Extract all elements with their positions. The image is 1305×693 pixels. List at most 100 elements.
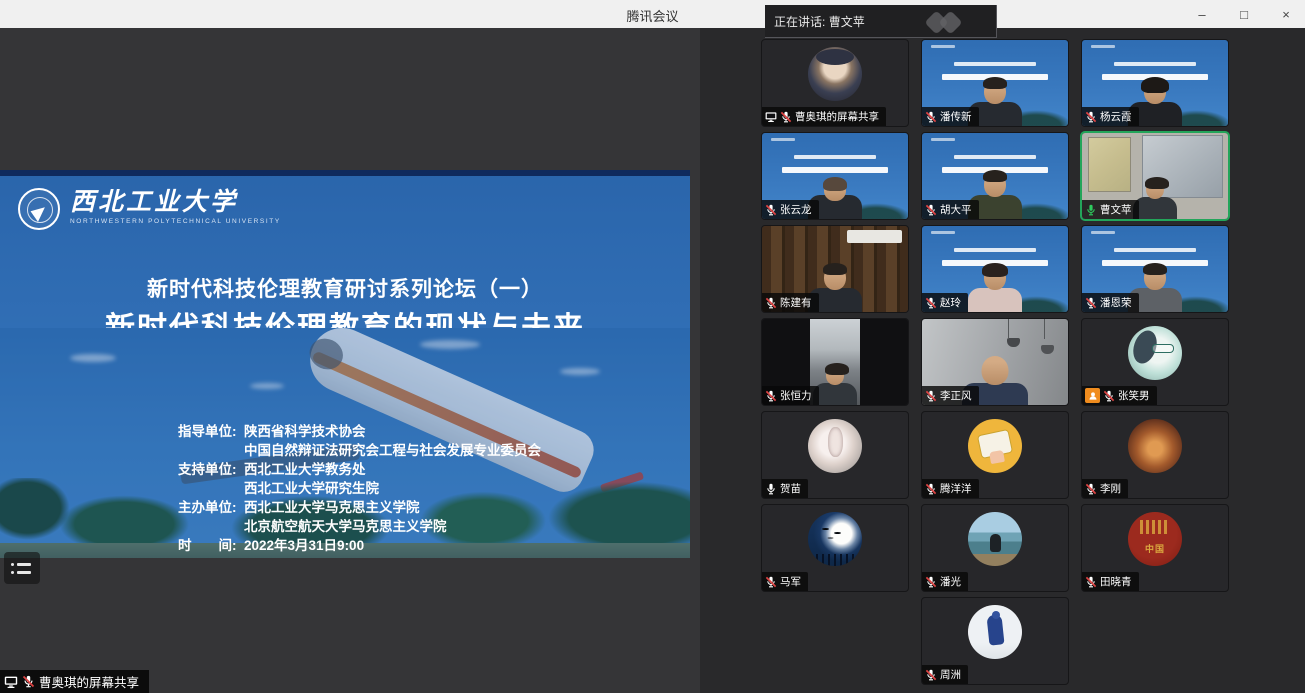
participant-nameplate: 贺苗	[762, 479, 808, 498]
participant-name: 李正风	[940, 388, 972, 403]
participant-tile[interactable]: 赵玲	[922, 226, 1068, 312]
info-text: 西北工业大学教务处	[244, 460, 366, 479]
muted-mic-icon[interactable]	[780, 111, 792, 123]
muted-mic-icon[interactable]	[925, 204, 937, 216]
muted-mic-icon[interactable]	[925, 390, 937, 402]
muted-mic-icon[interactable]	[765, 297, 777, 309]
silhouette-head	[824, 179, 846, 201]
participant-tile[interactable]: 中国田晓青	[1082, 505, 1228, 591]
active-mic-icon[interactable]	[1085, 204, 1097, 216]
participant-name: 潘光	[940, 574, 961, 589]
cat-avatar	[808, 419, 862, 473]
participant-name: 陈建有	[780, 295, 812, 310]
screen-share-status-text: 曹奥琪的屏幕共享	[39, 672, 139, 691]
mic-on-icon[interactable]	[765, 483, 777, 495]
avatar-text: 中国	[1128, 542, 1182, 555]
muted-mic-icon[interactable]	[1103, 390, 1115, 402]
participant-tile[interactable]: 杨云霞	[1082, 40, 1228, 126]
participant-name: 潘传新	[940, 109, 972, 124]
muted-mic-icon[interactable]	[1085, 111, 1097, 123]
muted-mic-icon[interactable]	[925, 297, 937, 309]
tencent-meeting-logo-icon	[922, 9, 968, 35]
participant-nameplate: 赵玲	[922, 293, 968, 312]
participant-nameplate: 田晓青	[1082, 572, 1139, 591]
participant-nameplate: 胡大平	[922, 200, 979, 219]
info-row: 指导单位: 陕西省科学技术协会	[178, 422, 541, 441]
china-seal-avatar: 中国	[1128, 512, 1182, 566]
participant-tile[interactable]: 李刚	[1082, 412, 1228, 498]
window-controls: – □ ×	[1193, 0, 1295, 28]
participant-tile[interactable]: 曹文苹	[1082, 133, 1228, 219]
muted-mic-icon[interactable]	[1085, 297, 1097, 309]
slide-top-strip	[0, 170, 690, 176]
maximize-icon[interactable]: □	[1235, 5, 1253, 23]
participant-tile[interactable]: 张恒力	[762, 319, 908, 405]
silhouette-head	[1144, 79, 1166, 104]
muted-mic-icon[interactable]	[1085, 483, 1097, 495]
info-text: 2022年3月31日9:00	[244, 536, 364, 555]
participant-tile[interactable]: 马军	[762, 505, 908, 591]
participant-tile[interactable]: 李正风	[922, 319, 1068, 405]
muted-mic-icon	[22, 675, 35, 688]
info-text: 陕西省科学技术协会	[244, 422, 366, 441]
muted-mic-icon[interactable]	[925, 669, 937, 681]
participant-name: 腾洋洋	[940, 481, 972, 496]
participant-tile[interactable]: 潘光	[922, 505, 1068, 591]
participant-grid: 曹奥琪的屏幕共享 潘传新 杨云霞张云龙 胡大平 曹文苹陈建有 赵玲 潘恩荣张恒力李正风 张笑男…	[700, 28, 1305, 693]
list-icon	[11, 571, 40, 574]
window-titlebar: 腾讯会议 – □ ×	[0, 0, 1305, 28]
muted-mic-icon[interactable]	[1085, 576, 1097, 588]
participant-tile[interactable]: 张笑男	[1082, 319, 1228, 405]
participant-tile[interactable]: 张云龙	[762, 133, 908, 219]
minimize-icon[interactable]: –	[1193, 5, 1211, 23]
tencent-meeting-window: 腾讯会议 – □ × 正在讲话: 曹文苹 西北工业大学 NORTHWESTERN…	[0, 0, 1305, 693]
university-name-en: NORTHWESTERN POLYTECHNICAL UNIVERSITY	[70, 218, 281, 225]
silhouette-body	[813, 383, 857, 405]
participant-tile[interactable]: 贺苗	[762, 412, 908, 498]
list-dot	[11, 571, 14, 574]
muted-mic-icon[interactable]	[765, 204, 777, 216]
info-text: 西北工业大学研究生院	[244, 479, 379, 498]
silhouette-head	[984, 79, 1006, 104]
participant-name: 周洲	[940, 667, 961, 682]
participant-tile[interactable]: 潘恩荣	[1082, 226, 1228, 312]
participant-nameplate: 张云龙	[762, 200, 819, 219]
person-badge-icon	[1088, 391, 1098, 401]
participant-video-silhouette	[960, 256, 1030, 312]
silhouette-head	[826, 365, 844, 385]
participant-tile[interactable]: 陈建有	[762, 226, 908, 312]
muted-mic-icon[interactable]	[765, 390, 777, 402]
participant-name: 曹奥琪的屏幕共享	[795, 109, 879, 124]
muted-mic-icon[interactable]	[925, 483, 937, 495]
muted-mic-icon[interactable]	[925, 576, 937, 588]
close-icon[interactable]: ×	[1277, 5, 1295, 23]
list-icon	[11, 563, 40, 566]
snow-person-avatar	[968, 605, 1022, 659]
shared-slide: 西北工业大学 NORTHWESTERN POLYTECHNICAL UNIVER…	[0, 170, 690, 558]
muted-mic-icon[interactable]	[925, 111, 937, 123]
participant-tile[interactable]: 胡大平	[922, 133, 1068, 219]
muted-mic-icon[interactable]	[765, 576, 777, 588]
participant-tile[interactable]: 周洲	[922, 598, 1068, 684]
participant-name: 李刚	[1100, 481, 1121, 496]
info-row: 西北工业大学研究生院	[178, 479, 541, 498]
participant-nameplate: 曹文苹	[1082, 200, 1139, 219]
annotation-list-button[interactable]	[4, 552, 40, 584]
silhouette-head	[1144, 265, 1166, 290]
participant-name: 贺苗	[780, 481, 801, 496]
participant-tile[interactable]: 曹奥琪的屏幕共享	[762, 40, 908, 126]
participant-nameplate: 潘光	[922, 572, 968, 591]
slide-title-line1: 新时代科技伦理教育研讨系列论坛（一）	[0, 273, 690, 303]
info-label	[178, 479, 244, 498]
speaking-speaker-name: 曹文苹	[829, 15, 865, 29]
list-bar	[17, 563, 31, 566]
info-label: 主办单位:	[178, 498, 244, 517]
participant-tile[interactable]: 腾洋洋	[922, 412, 1068, 498]
participant-tile[interactable]: 潘传新	[922, 40, 1068, 126]
info-label: 指导单位:	[178, 422, 244, 441]
screen-share-status-bar: 曹奥琪的屏幕共享	[0, 670, 149, 693]
speaking-banner-label: 正在讲话: 曹文苹	[774, 13, 865, 30]
participant-nameplate: 陈建有	[762, 293, 819, 312]
tv-card-avatar	[968, 419, 1022, 473]
anime-boy-avatar	[808, 47, 862, 101]
